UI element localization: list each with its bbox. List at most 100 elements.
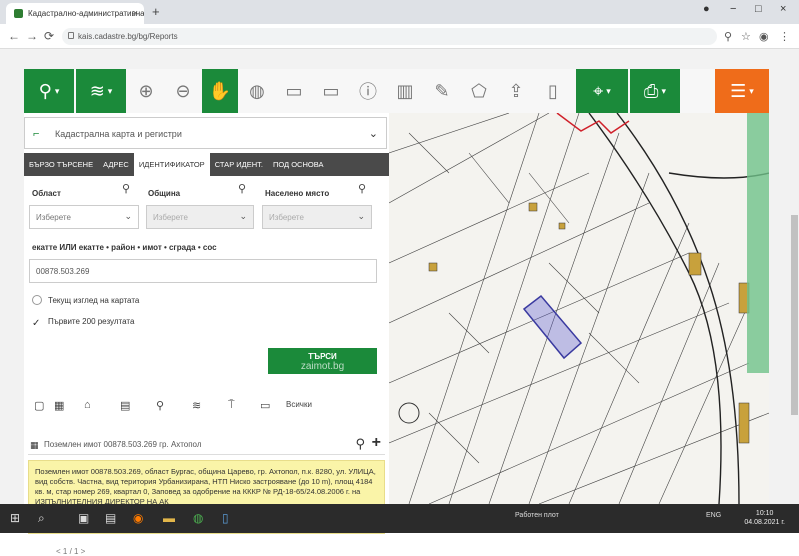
map-pin-icon[interactable]: ⚲ — [238, 182, 246, 195]
firefox-icon[interactable]: ◉ — [133, 511, 143, 525]
clock[interactable]: 10:10 04.08.2021 г. — [744, 509, 785, 527]
draw-area-button[interactable]: ⬠ — [461, 69, 497, 113]
windows-taskbar: ⊞ ⌕ ▣ ▤ ◉ ▬ ◍ ▯ Работен плот ENG 10:10 0… — [0, 504, 799, 533]
restore-button[interactable]: □ — [755, 3, 762, 15]
naseleno-select[interactable]: Изберете ⌄ — [262, 205, 372, 229]
tab-quick-search[interactable]: БЪРЗО ТЪРСЕНЕ — [24, 153, 98, 176]
print-tool-button[interactable]: ⎙ ▾ — [630, 69, 680, 113]
word-icon[interactable]: ▯ — [222, 511, 229, 525]
menu-dots-icon[interactable]: ⋮ — [779, 30, 790, 43]
menu-list-icon: ☰ — [730, 80, 747, 101]
ekatte-label: екатте ИЛИ екатте • район • имот • сград… — [32, 243, 217, 252]
search-tabs: БЪРЗО ТЪРСЕНЕ АДРЕС ИДЕНТИФИКАТОР СТАР И… — [24, 153, 389, 176]
all-label[interactable]: Всички — [286, 400, 312, 409]
new-tab-button[interactable]: + — [152, 4, 160, 19]
tab-address[interactable]: АДРЕС — [98, 153, 134, 176]
frame-icon[interactable]: ▭ — [260, 399, 270, 412]
prev-extent-button[interactable]: ▭ — [313, 69, 349, 113]
oblast-label: Област — [32, 189, 61, 198]
browser-tab-bar: Кадастрално-административна ... × + ● − … — [0, 0, 799, 24]
search-tool-button[interactable]: ⚲ ▾ — [24, 69, 74, 113]
chevron-down-icon: ▾ — [606, 85, 611, 96]
browser-tab[interactable]: Кадастрално-административна ... × — [6, 3, 144, 24]
identifier-input[interactable]: 00878.503.269 — [29, 259, 377, 283]
explorer-icon[interactable]: ▤ — [105, 511, 116, 525]
layers-icon: ≋ — [89, 80, 105, 101]
page-scrollbar[interactable] — [790, 49, 799, 504]
chevron-down-icon: ⌄ — [368, 128, 378, 140]
layers-tool-button[interactable]: ≋ ▾ — [76, 69, 126, 113]
zoom-out-button[interactable]: ⊖ — [165, 69, 201, 113]
zoom-to-icon[interactable]: ⚲ — [355, 436, 365, 452]
zoom-rect-button[interactable]: ▭ — [276, 69, 312, 113]
pan-tool-button[interactable]: ✋ — [202, 69, 238, 113]
first-200-label: Първите 200 резултата — [48, 317, 135, 326]
cadastral-map[interactable] — [389, 113, 769, 504]
rectangle-icon: ▭ — [285, 80, 303, 101]
chrome-icon[interactable]: ◍ — [193, 511, 203, 525]
current-view-checkbox[interactable]: Текущ изглед на картата — [32, 295, 139, 305]
clear-button[interactable]: ▯ — [535, 69, 571, 113]
map-pin-icon[interactable]: ⚲ — [358, 182, 366, 195]
tab-close-icon[interactable]: × — [133, 8, 138, 18]
search-icon[interactable]: ⚲ — [724, 30, 732, 43]
result-header: ▦ Поземлен имот 00878.503.269 гр. Ахтопо… — [28, 434, 385, 455]
building-icon[interactable]: ▤ — [120, 399, 130, 412]
map-pin-icon[interactable]: ⚲ — [156, 399, 164, 412]
minimize-button[interactable]: − — [730, 3, 736, 15]
draw-line-button[interactable]: ✎ — [424, 69, 460, 113]
folder-icon[interactable]: ▬ — [163, 511, 175, 525]
windows-start-icon[interactable]: ⊞ — [10, 511, 20, 525]
favicon-icon — [14, 9, 23, 18]
language-indicator[interactable]: ENG — [706, 512, 721, 519]
tab-identifier[interactable]: ИДЕНТИФИКАТОР — [133, 153, 210, 176]
home-icon[interactable]: ⌂ — [84, 399, 91, 411]
search-button-label: ТЪРСИ — [308, 352, 337, 361]
profile-icon[interactable]: ◉ — [759, 30, 769, 43]
layers-icon[interactable]: ≋ — [192, 399, 201, 412]
back-button[interactable]: ← — [8, 29, 20, 43]
chevron-down-icon: ⌄ — [124, 211, 132, 221]
screen-icon: ▭ — [322, 80, 340, 101]
search-icon[interactable]: ⌕ — [38, 511, 45, 526]
extension-icon[interactable]: ● — [703, 3, 710, 15]
hand-icon: ✋ — [208, 80, 232, 101]
watermark-text: zaimot.bg — [300, 361, 345, 372]
map-pin-icon[interactable]: ⚲ — [122, 182, 130, 195]
info-tool-button[interactable]: ⓘ — [350, 69, 386, 113]
grid-icon[interactable]: ▦ — [54, 399, 64, 412]
oblast-value: Изберете — [36, 213, 71, 222]
tab-base[interactable]: ПОД ОСНОВА — [268, 153, 328, 176]
oblast-select[interactable]: Изберете ⌄ — [29, 205, 139, 229]
square-icon[interactable]: ▢ — [34, 399, 44, 412]
lock-icon — [68, 32, 74, 39]
location-tool-button[interactable]: ⌖ ▾ — [576, 69, 628, 113]
main-menu-button[interactable]: ☰ ▾ — [715, 69, 769, 113]
search-button[interactable]: ТЪРСИ zaimot.bg — [268, 348, 377, 374]
ruler-icon: ▥ — [396, 80, 414, 101]
upload-button[interactable]: ⇪ — [498, 69, 534, 113]
identifier-value: 00878.503.269 — [36, 267, 90, 276]
pole-icon[interactable]: ⍑ — [228, 399, 235, 412]
reload-button[interactable]: ⟳ — [44, 29, 54, 43]
tab-old-identifier[interactable]: СТАР ИДЕНТ. — [210, 153, 268, 176]
desktop-toolbar-label[interactable]: Работен плот — [515, 512, 559, 519]
map-side-tools[interactable] — [747, 113, 769, 373]
bookmark-star-icon[interactable]: ☆ — [741, 30, 751, 43]
panel-title-dropdown[interactable]: ⌐ Кадастрална карта и регистри ⌄ — [24, 117, 387, 149]
zoom-in-button[interactable]: ⊕ — [128, 69, 164, 113]
obshtina-select[interactable]: Изберете ⌄ — [146, 205, 254, 229]
forward-button[interactable]: → — [26, 29, 38, 43]
add-icon[interactable]: + — [372, 434, 381, 452]
measure-tool-button[interactable]: ▥ — [387, 69, 423, 113]
first-200-checkbox[interactable]: ✓ Първите 200 резултата — [32, 317, 134, 329]
url-field[interactable]: kais.cadastre.bg/bg/Reports — [62, 28, 717, 45]
globe-icon: ◍ — [249, 80, 265, 101]
map-canvas — [389, 113, 769, 504]
globe-tool-button[interactable]: ◍ — [239, 69, 275, 113]
result-pager[interactable]: < 1 / 1 > — [56, 547, 85, 556]
task-view-icon[interactable]: ▣ — [78, 511, 89, 525]
scrollbar-thumb[interactable] — [791, 215, 798, 415]
close-window-button[interactable]: × — [780, 3, 786, 15]
obshtina-value: Изберете — [153, 213, 188, 222]
